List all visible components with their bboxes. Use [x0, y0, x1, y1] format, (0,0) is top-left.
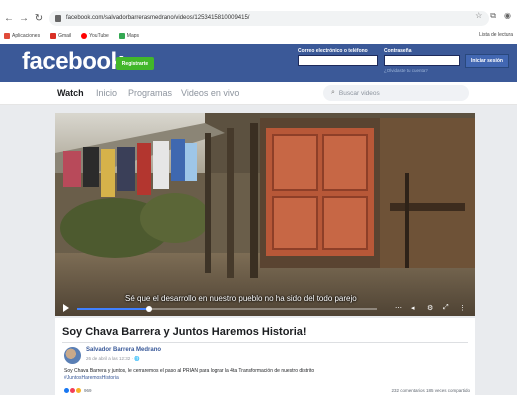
- reactions[interactable]: 969: [64, 388, 92, 393]
- video-frame-image: [55, 113, 475, 316]
- bookmark-gmail[interactable]: Gmail: [50, 33, 71, 39]
- lock-icon: [55, 14, 61, 22]
- reactions-count: 969: [84, 388, 92, 393]
- back-icon[interactable]: ←: [3, 13, 15, 24]
- play-icon[interactable]: [63, 304, 69, 312]
- gmail-icon: [50, 33, 57, 39]
- email-label: Correo electrónico o teléfono: [298, 48, 368, 54]
- author-name[interactable]: Salvador Barrera Medrano: [86, 347, 161, 353]
- time-remaining-icon: ⋯: [395, 305, 402, 312]
- login-button[interactable]: Iniciar sesión: [465, 54, 509, 68]
- tab-inicio[interactable]: Inicio: [96, 88, 117, 98]
- bookmark-label: Maps: [126, 33, 140, 39]
- tab-programas[interactable]: Programas: [128, 88, 172, 98]
- bookmark-label: Gmail: [58, 33, 72, 39]
- bookmark-label: Aplicaciones: [12, 33, 41, 39]
- progress-knob[interactable]: [146, 306, 152, 312]
- password-label: Contraseña: [384, 48, 412, 54]
- facebook-header: facebook Registrarte Correo electrónico …: [0, 44, 517, 82]
- star-icon[interactable]: ☆: [475, 11, 482, 21]
- video-controls: ⋯ ◂ ⚙ ⤢ ⋮: [55, 301, 475, 316]
- like-icon: [64, 388, 69, 393]
- fullscreen-icon[interactable]: ⤢: [443, 304, 449, 312]
- settings-icon[interactable]: ⚙: [427, 304, 433, 312]
- post-title: Soy Chava Barrera y Juntos Haremos Histo…: [62, 326, 307, 338]
- url-text: facebook.com/salvadorbarrerasmedrano/vid…: [66, 15, 250, 21]
- profile-icon[interactable]: ◉: [504, 11, 511, 21]
- forward-icon[interactable]: →: [18, 13, 30, 24]
- password-field[interactable]: [384, 55, 460, 66]
- register-button[interactable]: Registrarte: [116, 57, 154, 70]
- bookmark-label: YouTube: [89, 33, 109, 39]
- divider: [62, 342, 468, 343]
- facebook-logo[interactable]: facebook: [22, 48, 124, 76]
- maps-icon: [118, 33, 125, 39]
- post-card: Soy Chava Barrera y Juntos Haremos Histo…: [55, 318, 475, 395]
- watch-nav: Watch Inicio Programas Videos en vivo ⌕ …: [0, 82, 517, 105]
- reading-list[interactable]: Lista de lectura: [479, 32, 513, 38]
- extensions-icon[interactable]: ⧉: [490, 11, 496, 21]
- search-icon: ⌕: [331, 89, 335, 96]
- more-options-icon[interactable]: ⋮: [459, 304, 466, 312]
- forgot-account-link[interactable]: ¿Olvidaste tu cuenta?: [384, 68, 428, 73]
- bookmark-youtube[interactable]: YouTube: [81, 33, 109, 39]
- email-field[interactable]: [298, 55, 378, 66]
- post-hashtag[interactable]: #JuntosHaremosHistoria: [64, 375, 119, 381]
- bookmark-apps[interactable]: Aplicaciones: [4, 33, 40, 39]
- progress-fill: [77, 308, 149, 310]
- url-bar[interactable]: facebook.com/salvadorbarrerasmedrano/vid…: [49, 10, 489, 26]
- video-player[interactable]: [55, 113, 475, 316]
- reload-icon[interactable]: ↻: [33, 13, 45, 24]
- toolbar-icons: ☆ ⧉ ◉: [475, 11, 511, 21]
- avatar[interactable]: [64, 347, 81, 364]
- progress-bar[interactable]: [77, 306, 377, 312]
- love-icon: [70, 388, 75, 393]
- search-placeholder: Buscar videos: [338, 89, 380, 97]
- tab-videos-en-vivo[interactable]: Videos en vivo: [181, 88, 239, 98]
- bookmark-maps[interactable]: Maps: [118, 33, 140, 39]
- search-input[interactable]: ⌕ Buscar videos: [323, 85, 469, 101]
- post-stats[interactable]: 232 comentarios 185 veces compartido: [391, 388, 470, 393]
- bookmarks-bar: Aplicaciones Gmail YouTube Maps Lista de…: [0, 30, 517, 42]
- post-date[interactable]: 26 de abril a las 12:32 · 🌐: [86, 356, 140, 362]
- youtube-icon: [81, 33, 88, 39]
- tab-watch[interactable]: Watch: [57, 88, 84, 98]
- volume-icon[interactable]: ◂: [411, 304, 415, 312]
- post-body: Soy Chava Barrera y juntos, le cerraremo…: [64, 368, 315, 374]
- address-bar-row: ← → ↻ facebook.com/salvadorbarrerasmedra…: [0, 8, 517, 28]
- haha-icon: [76, 388, 81, 393]
- browser-window: ← → ↻ facebook.com/salvadorbarrerasmedra…: [0, 0, 517, 395]
- apps-icon: [4, 33, 10, 39]
